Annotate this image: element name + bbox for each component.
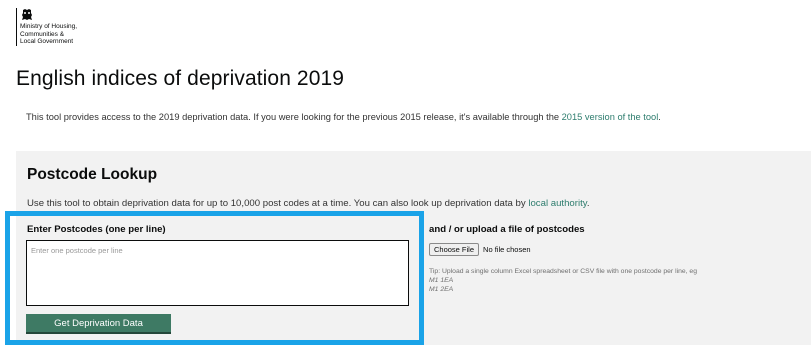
upload-tip: Tip: Upload a single column Excel spread… [429, 267, 697, 295]
panel-description-end: . [586, 198, 590, 209]
panel-description-body: Use this tool to obtain deprivation data… [27, 198, 529, 209]
example-postcode-1: M1 1EA [429, 277, 454, 285]
panel-title: Postcode Lookup [27, 166, 158, 183]
local-authority-link[interactable]: local authority [528, 198, 586, 209]
intro-text-body: This tool provides access to the 2019 de… [26, 112, 562, 122]
page: Ministry of Housing, Communities & Local… [0, 0, 811, 345]
intro-text-end: . [658, 112, 661, 122]
logo-text-line-1: Ministry of Housing, [20, 23, 78, 30]
intro-text: This tool provides access to the 2019 de… [26, 112, 661, 122]
get-deprivation-data-button[interactable]: Get Deprivation Data [26, 314, 171, 334]
previous-version-link[interactable]: 2015 version of the tool [562, 112, 659, 122]
upload-tip-text: Tip: Upload a single column Excel spread… [429, 268, 697, 275]
choose-file-button[interactable]: Choose File [429, 243, 480, 256]
royal-crest-icon [22, 9, 32, 20]
upload-file-label: and / or upload a file of postcodes [429, 224, 585, 235]
enter-postcodes-label: Enter Postcodes (one per line) [27, 224, 166, 235]
page-title: English indices of deprivation 2019 [16, 67, 345, 90]
mhclg-logo[interactable]: Ministry of Housing, Communities & Local… [16, 8, 77, 46]
panel-description: Use this tool to obtain deprivation data… [27, 198, 590, 209]
postcodes-textarea[interactable] [26, 240, 409, 306]
no-file-chosen-text: No file chosen [483, 245, 531, 254]
file-upload-row: Choose File No file chosen [429, 243, 531, 256]
example-postcode-2: M1 2EA [429, 286, 454, 294]
logo-text-line-3: Local Government [20, 38, 74, 45]
logo-text-line-2: Communities & [20, 30, 65, 38]
